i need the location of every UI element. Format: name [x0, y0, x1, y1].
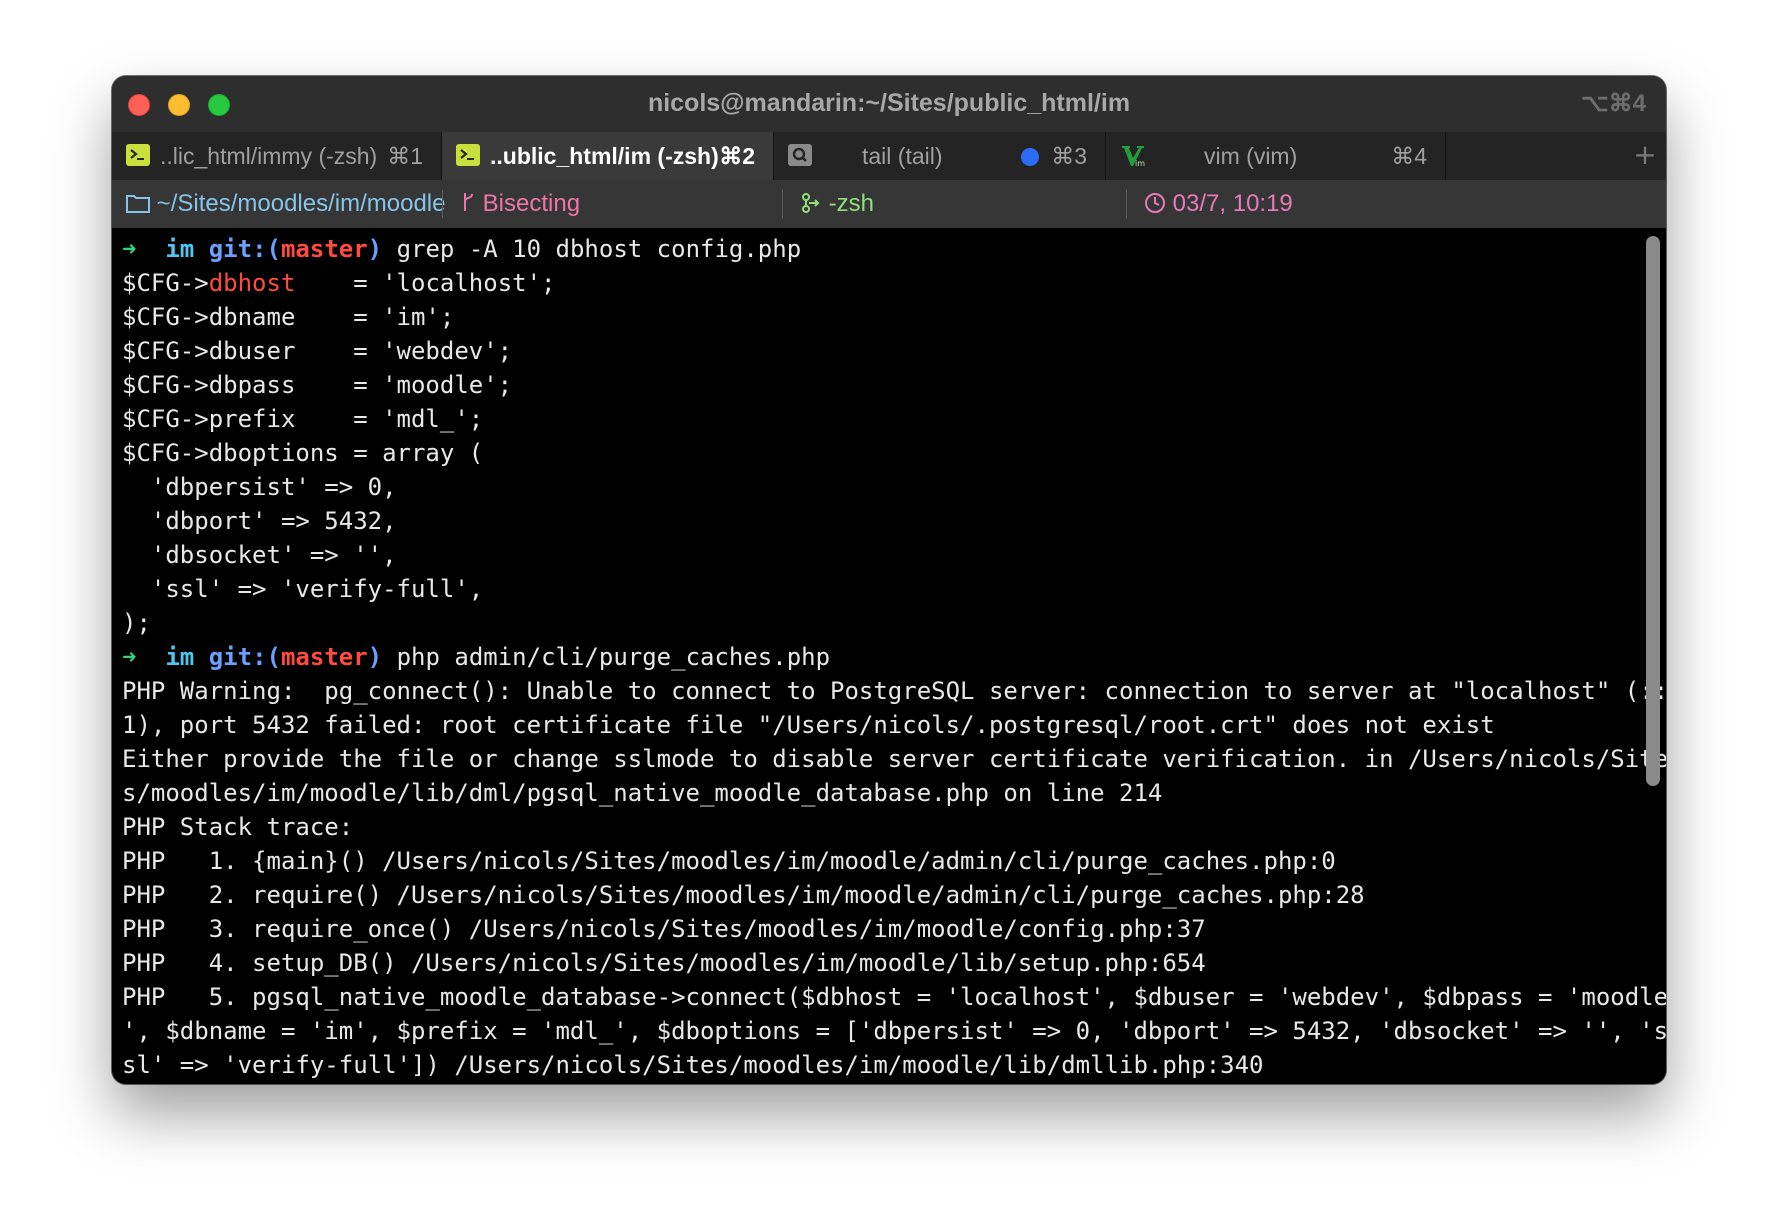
- output-line: PHP 5. pgsql_native_moodle_database->con…: [122, 983, 1666, 1011]
- status-job[interactable]: -zsh: [800, 190, 874, 218]
- prompt-dir: im: [165, 643, 195, 671]
- output-line: Either provide the file or change sslmod…: [122, 745, 1666, 773]
- tab-2-shortcut: ⌘2: [719, 143, 755, 169]
- output-line: 'dbpersist' => 0,: [122, 473, 397, 501]
- terminal-icon: [126, 144, 150, 166]
- status-divider: [1126, 190, 1127, 218]
- tab-4-label: vim (vim): [1204, 143, 1298, 169]
- output-line: PHP 1. {main}() /Users/nicols/Sites/mood…: [122, 847, 1336, 875]
- prompt-git: git:: [208, 235, 267, 263]
- status-git-state-text: Bisecting: [482, 190, 581, 217]
- prompt-branch: master: [280, 235, 368, 263]
- status-path-text: ~/Sites/moodles/im/moodle: [156, 190, 446, 217]
- output-line: PHP 2. require() /Users/nicols/Sites/moo…: [122, 881, 1365, 909]
- output-line: sl' => 'verify-full']) /Users/nicols/Sit…: [122, 1051, 1264, 1079]
- search-icon: [788, 144, 812, 166]
- cfg-prefix: $CFG->: [122, 269, 209, 297]
- tab-4[interactable]: im vim (vim) ⌘4: [1106, 132, 1446, 180]
- status-bar: ~/Sites/moodles/im/moodle Bisecting -zsh…: [112, 180, 1666, 228]
- prompt-branch: master: [280, 643, 368, 671]
- output-line: $CFG->dbhost = 'localhost';: [122, 269, 556, 297]
- prompt-git: git:: [208, 643, 267, 671]
- clock-icon: [1145, 193, 1165, 213]
- tab-3-shortcut: ⌘3: [1051, 143, 1087, 169]
- status-job-text: -zsh: [828, 190, 875, 217]
- output-line: $CFG->dbname = 'im';: [122, 303, 455, 331]
- prompt-paren: (: [266, 235, 281, 263]
- command-1: grep -A 10 dbhost config.php: [396, 235, 802, 263]
- terminal-output[interactable]: ➜ im git:(master) grep -A 10 dbhost conf…: [112, 228, 1666, 1084]
- terminal-window: nicols@mandarin:~/Sites/public_html/im ⌥…: [112, 76, 1666, 1084]
- status-git-state[interactable]: Bisecting: [460, 190, 580, 218]
- activity-dot-icon: [1021, 148, 1039, 166]
- prompt-arrow-icon: ➜: [122, 235, 137, 263]
- status-time-text: 03/7, 10:19: [1172, 190, 1293, 217]
- status-path[interactable]: ~/Sites/moodles/im/moodle: [126, 190, 445, 218]
- output-line: );: [122, 609, 151, 637]
- tab-1[interactable]: ..lic_html/immy (-zsh) ⌘1: [112, 132, 442, 180]
- output-line: 'dbsocket' => '',: [122, 541, 397, 569]
- tab-1-shortcut: ⌘1: [387, 143, 423, 169]
- output-line: 'dbport' => 5432,: [122, 507, 397, 535]
- tab-3-label: tail (tail): [862, 143, 943, 169]
- job-icon: [802, 193, 820, 213]
- output-line: $CFG->dbpass = 'moodle';: [122, 371, 513, 399]
- prompt-line-1: ➜ im git:(master) grep -A 10 dbhost conf…: [122, 235, 801, 263]
- output-line: $CFG->dboptions = array (: [122, 439, 484, 467]
- terminal-text: ➜ im git:(master) grep -A 10 dbhost conf…: [122, 232, 1666, 1082]
- folder-icon: [126, 195, 150, 213]
- svg-text:im: im: [1135, 159, 1145, 168]
- tab-4-shortcut: ⌘4: [1391, 143, 1427, 169]
- cfg-value: = 'localhost';: [295, 269, 556, 297]
- scrollbar[interactable]: [1646, 236, 1660, 786]
- tab-1-label: ..lic_html/immy (-zsh): [160, 143, 378, 169]
- window-shortcut: ⌥⌘4: [1580, 90, 1646, 117]
- vim-icon: im: [1120, 144, 1145, 168]
- output-line: 1), port 5432 failed: root certificate f…: [122, 711, 1495, 739]
- output-line: ', $dbname = 'im', $prefix = 'mdl_', $db…: [122, 1017, 1666, 1045]
- output-line: $CFG->prefix = 'mdl_';: [122, 405, 484, 433]
- tab-2-label: ..ublic_html/im (-zsh): [490, 143, 719, 169]
- command-2: php admin/cli/purge_caches.php: [396, 643, 831, 671]
- output-line: $CFG->dbuser = 'webdev';: [122, 337, 513, 365]
- output-line: PHP 4. setup_DB() /Users/nicols/Sites/mo…: [122, 949, 1206, 977]
- tab-2[interactable]: ..ublic_html/im (-zsh) ⌘2: [442, 132, 774, 180]
- prompt-paren: (: [266, 643, 281, 671]
- status-divider: [782, 190, 783, 218]
- output-line: PHP 3. require_once() /Users/nicols/Site…: [122, 915, 1206, 943]
- new-tab-button[interactable]: +: [1624, 132, 1666, 180]
- output-line: 'ssl' => 'verify-full',: [122, 575, 484, 603]
- prompt-line-2: ➜ im git:(master) php admin/cli/purge_ca…: [122, 643, 830, 671]
- status-time[interactable]: 03/7, 10:19: [1144, 190, 1293, 218]
- output-line: s/moodles/im/moodle/lib/dml/pgsql_native…: [122, 779, 1163, 807]
- output-line: PHP Stack trace:: [122, 813, 354, 841]
- git-branch-icon: [464, 193, 473, 211]
- terminal-icon: [456, 144, 480, 166]
- output-line: PHP Warning: pg_connect(): Unable to con…: [122, 677, 1666, 705]
- window-title: nicols@mandarin:~/Sites/public_html/im: [647, 89, 1131, 117]
- prompt-arrow-icon: ➜: [122, 643, 137, 671]
- prompt-paren: ): [367, 643, 383, 671]
- tab-bar: ..lic_html/immy (-zsh) ⌘1 ..ublic_html/i…: [112, 132, 1666, 180]
- prompt-dir: im: [165, 235, 195, 263]
- status-divider: [442, 190, 443, 218]
- tab-3[interactable]: tail (tail) ⌘3: [774, 132, 1106, 180]
- title-bar[interactable]: nicols@mandarin:~/Sites/public_html/im ⌥…: [112, 76, 1666, 132]
- grep-match: dbhost: [208, 269, 296, 297]
- prompt-paren: ): [367, 235, 383, 263]
